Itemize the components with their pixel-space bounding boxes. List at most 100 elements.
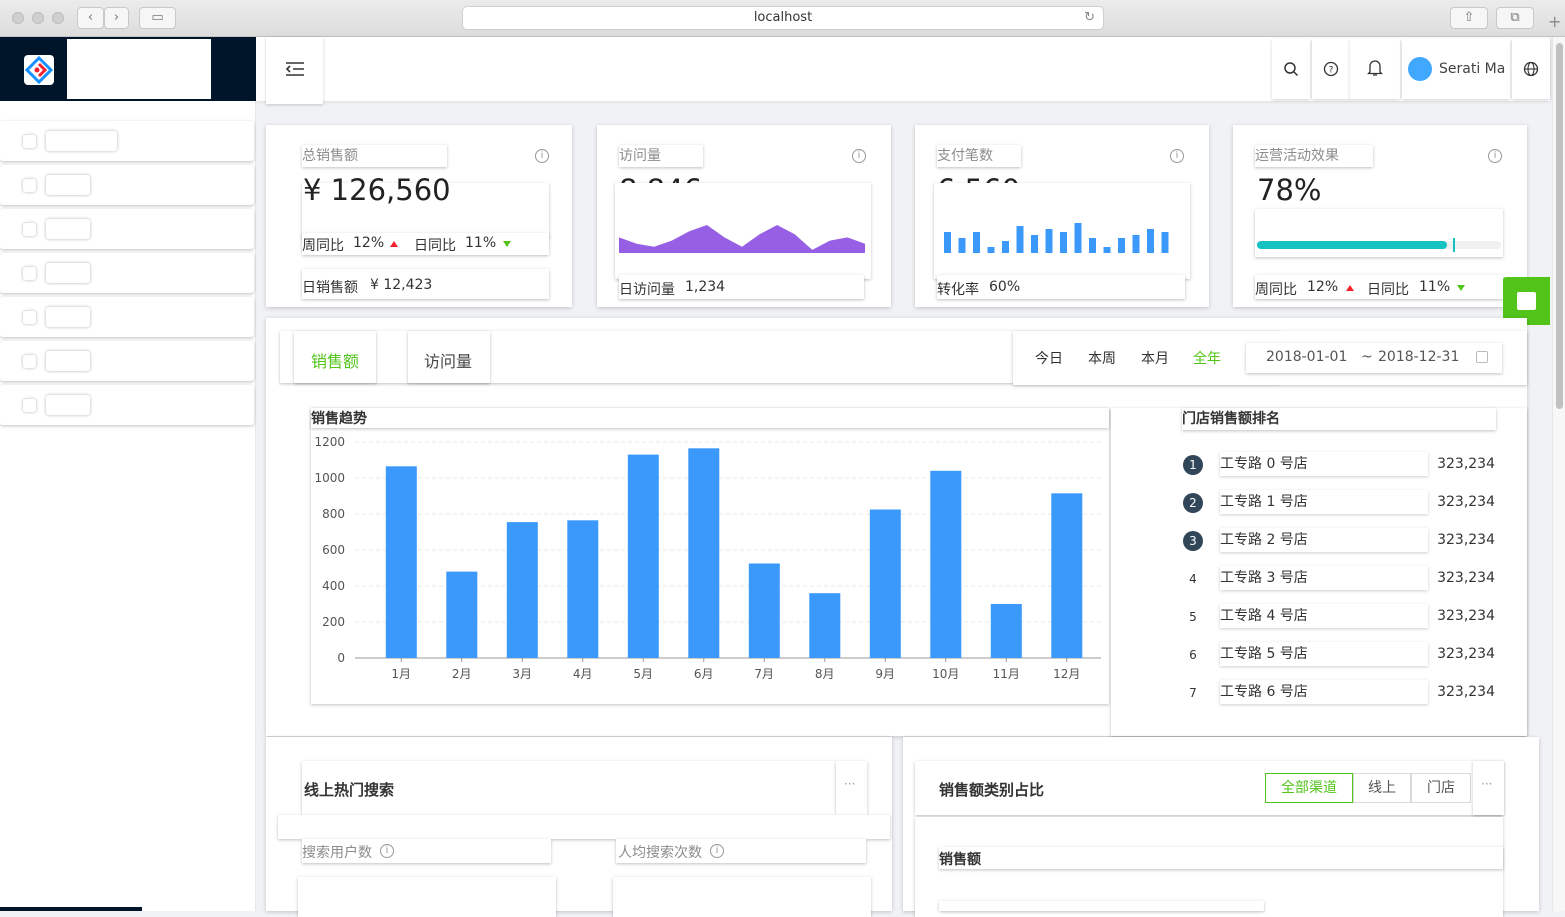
operations-value: 78%: [1257, 173, 1322, 207]
language-icon[interactable]: [1512, 39, 1550, 99]
progress-box: [1255, 209, 1503, 257]
menu-icon: [23, 223, 36, 236]
category-subtitle: 销售额: [939, 852, 981, 868]
sales-bar[interactable]: [627, 454, 659, 658]
operations-card: 运营活动效果 i 78% 周同比 12% 日同比 11%: [1233, 125, 1527, 307]
compare-row: 周同比 12% 日同比 11%: [1255, 275, 1503, 299]
week-value: 12%: [1307, 279, 1339, 295]
week-label: 周同比: [302, 238, 344, 254]
menu-icon: [23, 311, 36, 324]
forward-button[interactable]: ›: [104, 7, 129, 29]
week-value: 12%: [353, 235, 385, 251]
footer-label: 日访问量: [619, 282, 675, 298]
hot-search-title: 线上热门搜索: [304, 781, 395, 799]
sidebar-item[interactable]: [0, 121, 254, 161]
ranking-row: 5 工专路 4 号店 323,234: [1183, 604, 1495, 630]
sidebar-item[interactable]: [0, 209, 254, 249]
sales-bar[interactable]: [809, 593, 841, 658]
channel-store-button[interactable]: 门店: [1411, 773, 1471, 803]
y-tick-label: 800: [322, 507, 345, 521]
payment-bar: [973, 232, 980, 253]
sidebar-item[interactable]: [0, 385, 254, 425]
tabs-icon[interactable]: ⧉: [1496, 7, 1534, 29]
help-icon[interactable]: ?: [1312, 39, 1350, 99]
new-tab-icon[interactable]: +: [1548, 12, 1561, 31]
channel-all-button[interactable]: 全部渠道: [1265, 773, 1353, 803]
payment-bar: [1103, 247, 1111, 253]
card-header: 销售额类别占比 全部渠道 线上 门店: [915, 761, 1503, 815]
card-title: 总销售额: [302, 148, 358, 164]
week-label: 周同比: [1255, 282, 1297, 298]
search-icon[interactable]: [1272, 39, 1310, 99]
user-menu[interactable]: Serati Ma: [1402, 39, 1510, 99]
payment-bar: [987, 247, 995, 253]
sales-bar[interactable]: [688, 448, 720, 658]
sidebar-toggle-icon[interactable]: ▭: [139, 7, 176, 29]
sidebar-item[interactable]: [0, 297, 254, 337]
info-icon[interactable]: i: [852, 149, 866, 163]
date-range-picker[interactable]: 2018-01-01 ~ 2018-12-31: [1246, 343, 1502, 373]
back-button[interactable]: ‹: [77, 7, 104, 29]
day-label: 日同比: [1367, 282, 1409, 298]
sales-bar[interactable]: [748, 563, 780, 659]
sales-bar[interactable]: [446, 571, 478, 658]
card-title-box: 支付笔数: [937, 145, 1021, 167]
x-tick-label: 4月: [573, 667, 593, 681]
minimize-window-button[interactable]: [32, 12, 44, 24]
sidebar: [0, 37, 256, 911]
address-bar[interactable]: localhost ↻: [462, 6, 1104, 30]
store-name: 工专路 1 号店: [1220, 490, 1428, 514]
bell-icon[interactable]: [1350, 39, 1400, 99]
calendar-icon: [1476, 351, 1488, 363]
y-tick-label: 0: [337, 651, 345, 665]
payment-bar: [1045, 229, 1053, 253]
avg-search-chart: [613, 877, 871, 917]
store-name: 工专路 2 号店: [1220, 528, 1428, 552]
sales-bar[interactable]: [869, 509, 901, 659]
rank-badge: 6: [1189, 648, 1197, 662]
range-week[interactable]: 本周: [1088, 348, 1116, 368]
share-icon[interactable]: ⇧: [1450, 7, 1488, 29]
tab-visits[interactable]: 访问量: [408, 331, 490, 383]
date-end[interactable]: 2018-12-31: [1378, 349, 1459, 365]
sidebar-item[interactable]: [0, 165, 254, 205]
sidebar-item[interactable]: [0, 253, 254, 293]
avg-search-label: 人均搜索次数: [618, 845, 702, 861]
info-icon[interactable]: i: [710, 844, 724, 858]
sales-bar[interactable]: [990, 604, 1022, 658]
payment-bar: [1031, 235, 1038, 253]
range-month[interactable]: 本月: [1141, 348, 1169, 368]
payment-bar: [1074, 223, 1082, 253]
card-title: 访问量: [619, 148, 661, 164]
more-menu-icon[interactable]: ···: [836, 761, 867, 815]
ranking-row: 7 工专路 6 号店 323,234: [1183, 680, 1495, 706]
y-tick-label: 1000: [314, 471, 345, 485]
menu-fold-icon[interactable]: [266, 37, 323, 104]
info-icon[interactable]: i: [535, 149, 549, 163]
info-icon[interactable]: i: [1488, 149, 1502, 163]
page-scrollbar[interactable]: [1552, 37, 1565, 911]
progress-fill: [1257, 241, 1448, 249]
sales-bar[interactable]: [385, 466, 417, 658]
channel-online-button[interactable]: 线上: [1353, 773, 1411, 803]
sales-bar[interactable]: [506, 522, 538, 658]
date-start[interactable]: 2018-01-01: [1266, 349, 1347, 365]
info-icon[interactable]: i: [380, 844, 394, 858]
reload-icon[interactable]: ↻: [1084, 7, 1095, 29]
sales-bar[interactable]: [930, 470, 962, 658]
sales-bar[interactable]: [1051, 493, 1083, 658]
x-tick-label: 3月: [512, 667, 532, 681]
info-icon[interactable]: i: [1170, 149, 1184, 163]
sidebar-item[interactable]: [0, 341, 254, 381]
close-window-button[interactable]: [12, 12, 24, 24]
svg-text:?: ?: [1329, 66, 1334, 76]
range-today[interactable]: 今日: [1035, 348, 1063, 368]
range-year[interactable]: 全年: [1193, 348, 1221, 368]
y-tick-label: 400: [322, 579, 345, 593]
more-menu-icon[interactable]: ···: [1473, 761, 1504, 815]
scroll-thumb[interactable]: [1556, 43, 1563, 409]
zoom-window-button[interactable]: [52, 12, 64, 24]
tab-sales[interactable]: 销售额: [294, 331, 376, 383]
store-name: 工专路 0 号店: [1220, 452, 1428, 476]
sales-bar[interactable]: [567, 520, 599, 658]
